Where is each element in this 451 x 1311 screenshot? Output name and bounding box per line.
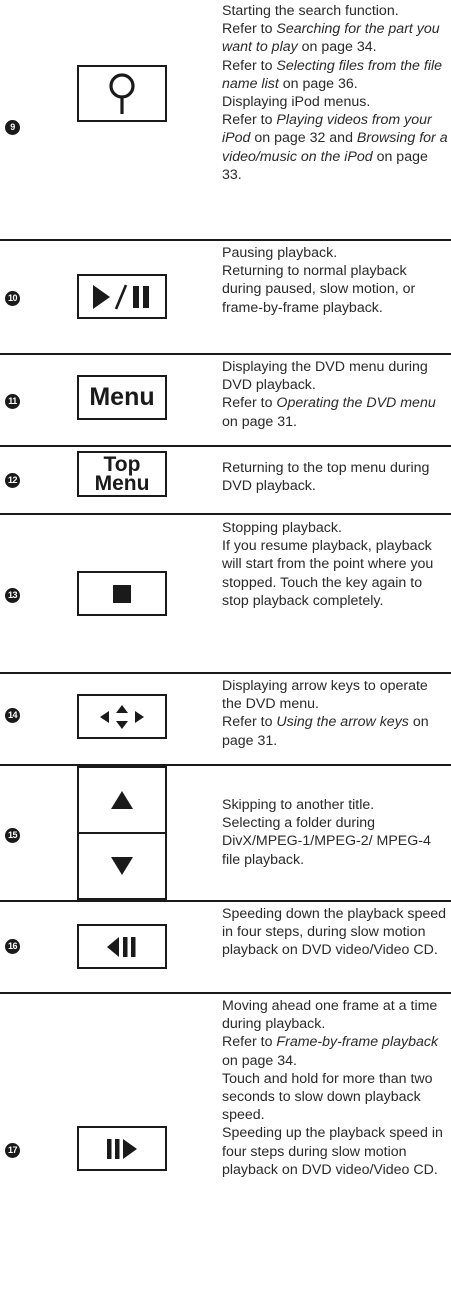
- search-key-icon: [105, 72, 139, 116]
- description-text: Displaying the DVD menu during DVD playb…: [222, 359, 428, 394]
- row-number-badge: 12: [5, 473, 20, 488]
- table-row: 12 Top Menu Returning to the top menu du…: [0, 447, 451, 513]
- description-text: Speeding up the playback speed in four s…: [222, 1125, 443, 1178]
- description-text: Refer to: [222, 1034, 277, 1051]
- description-line: Refer to Selecting files from the file n…: [222, 57, 448, 93]
- table-row: 9 Starting the search function. Refer to …: [0, 0, 451, 239]
- table-row: 10 Pausing playback. Returning to normal …: [0, 241, 451, 353]
- row-number-badge: 13: [5, 588, 20, 603]
- description-text: on page 32 and: [250, 130, 357, 147]
- description-line: Refer to Frame-by-frame play­back on pag…: [222, 1033, 448, 1069]
- slow-reverse-button[interactable]: [77, 924, 167, 969]
- play-pause-button[interactable]: [77, 274, 167, 319]
- row-number-badge: 15: [5, 828, 20, 843]
- description-line: Returning to the top menu during DVD pla…: [222, 459, 448, 495]
- top-menu-key-label-2: Menu: [94, 471, 150, 495]
- description-line: Selecting a folder during DivX/MPEG-1/MP…: [222, 814, 448, 869]
- up-arrow-icon: [111, 791, 133, 809]
- description-line: Touch and hold for more than two seconds…: [222, 1070, 448, 1125]
- description-text: Returning to normal play­back during pau…: [222, 263, 416, 316]
- row-number-badge: 14: [5, 708, 20, 723]
- description-line: Pausing playback.: [222, 244, 448, 262]
- title-down-button[interactable]: [77, 832, 167, 900]
- description-text: on page 34.: [297, 39, 377, 56]
- table-row: 11 Menu Displaying the DVD menu during D…: [0, 355, 451, 445]
- description-text: Selecting a folder during DivX/MPEG-1/MP…: [222, 815, 431, 868]
- description-line: Refer to Playing videos from your iPod o…: [222, 111, 448, 184]
- stop-button[interactable]: [77, 571, 167, 616]
- row-description: Skipping to another title. Selecting a fo…: [222, 796, 448, 869]
- description-text: Moving ahead one frame at a time during …: [222, 998, 438, 1033]
- row-description: Speeding down the playback speed in four…: [222, 905, 448, 960]
- row-description: Stopping playback. If you resume playback…: [222, 519, 448, 610]
- slow-reverse-icon: [107, 936, 137, 958]
- table-row: 16 Speeding down the playback speed in f…: [0, 902, 451, 992]
- description-text: Returning to the top menu during DVD pla…: [222, 460, 430, 495]
- cross-reference-title: Using the arrow keys: [276, 714, 409, 731]
- menu-button[interactable]: Menu: [77, 375, 167, 420]
- description-line: Displaying iPod menus.: [222, 93, 448, 111]
- arrow-keys-icon: [98, 704, 146, 730]
- description-text: Displaying arrow keys to op­erate the DV…: [222, 678, 428, 713]
- description-line: Refer to Operating the DVD menu on page …: [222, 394, 448, 430]
- row-description: Returning to the top menu during DVD pla…: [222, 459, 448, 495]
- table-row: 14 Displaying arrow keys to op­erate the…: [0, 674, 451, 764]
- table-row: 15 Skipping to another title. Selecting a…: [0, 766, 451, 900]
- row-description: Displaying arrow keys to op­erate the DV…: [222, 677, 448, 750]
- description-text: on page 34.: [222, 1052, 297, 1069]
- play-pause-icon: [90, 283, 154, 311]
- description-text: Stopping playback.: [222, 520, 342, 536]
- frame-advance-button[interactable]: [77, 1126, 167, 1171]
- row-number-badge: 16: [5, 939, 20, 954]
- row-number-badge: 11: [5, 394, 20, 409]
- menu-key-label: Menu: [89, 383, 155, 411]
- description-text: Refer to: [222, 714, 277, 731]
- description-line: Moving ahead one frame at a time during …: [222, 997, 448, 1033]
- description-text: Pausing playback.: [222, 245, 338, 261]
- row-description: Displaying the DVD menu during DVD playb…: [222, 358, 448, 431]
- description-line: Refer to Using the arrow keys on page 31…: [222, 713, 448, 749]
- stop-icon: [113, 584, 131, 603]
- description-line: Refer to Searching for the part you want…: [222, 20, 448, 56]
- description-text: Displaying iPod menus.: [222, 94, 371, 111]
- top-menu-button[interactable]: Top Menu: [77, 451, 167, 497]
- description-line: Displaying the DVD menu during DVD playb…: [222, 358, 448, 394]
- frame-advance-icon: [107, 1138, 137, 1160]
- description-text: Refer to: [222, 21, 277, 38]
- description-text: Skipping to another title.: [222, 797, 375, 813]
- table-row: 17 Moving ahead one frame at a time duri…: [0, 994, 451, 1311]
- table-row: 13 Stopping playback. If you resume playb…: [0, 515, 451, 672]
- description-text: Touch and hold for more than two seconds…: [222, 1070, 433, 1124]
- arrow-keys-button[interactable]: [77, 694, 167, 739]
- description-line: Displaying arrow keys to op­erate the DV…: [222, 677, 448, 713]
- description-line: Skipping to another title.: [222, 796, 448, 814]
- row-description: Pausing playback. Returning to normal pla…: [222, 244, 448, 317]
- row-description: Starting the search function. Refer to Se…: [222, 2, 448, 184]
- description-text: on page 36.: [278, 75, 358, 92]
- description-line: Stopping playback.: [222, 519, 448, 537]
- row-number-badge: 17: [5, 1143, 20, 1158]
- description-line: If you resume playback, play­back will s…: [222, 537, 448, 610]
- description-line: Starting the search function.: [222, 2, 448, 20]
- cross-reference-title: Operating the DVD menu: [276, 395, 436, 412]
- title-up-button[interactable]: [77, 766, 167, 834]
- row-number-badge: 10: [5, 291, 20, 306]
- row-number-badge: 9: [5, 120, 20, 135]
- description-text: Refer to: [222, 57, 277, 74]
- search-button[interactable]: [77, 65, 167, 122]
- description-line: Speeding down the playback speed in four…: [222, 905, 448, 960]
- description-text: on page 31.: [222, 413, 297, 430]
- cross-reference-title: Frame-by-frame play­back: [276, 1034, 439, 1051]
- top-menu-key-label-1: Top: [103, 452, 141, 476]
- row-description: Moving ahead one frame at a time during …: [222, 997, 448, 1179]
- description-line: Speeding up the playback speed in four s…: [222, 1124, 448, 1179]
- description-text: If you resume playback, play­back will s…: [222, 538, 434, 609]
- description-text: Speeding down the playback speed in four…: [222, 906, 447, 959]
- description-text: Starting the search function.: [222, 3, 399, 19]
- description-text: Refer to: [222, 112, 277, 129]
- description-line: Returning to normal play­back during pau…: [222, 262, 448, 317]
- down-arrow-icon: [111, 857, 133, 875]
- description-text: Refer to: [222, 395, 277, 412]
